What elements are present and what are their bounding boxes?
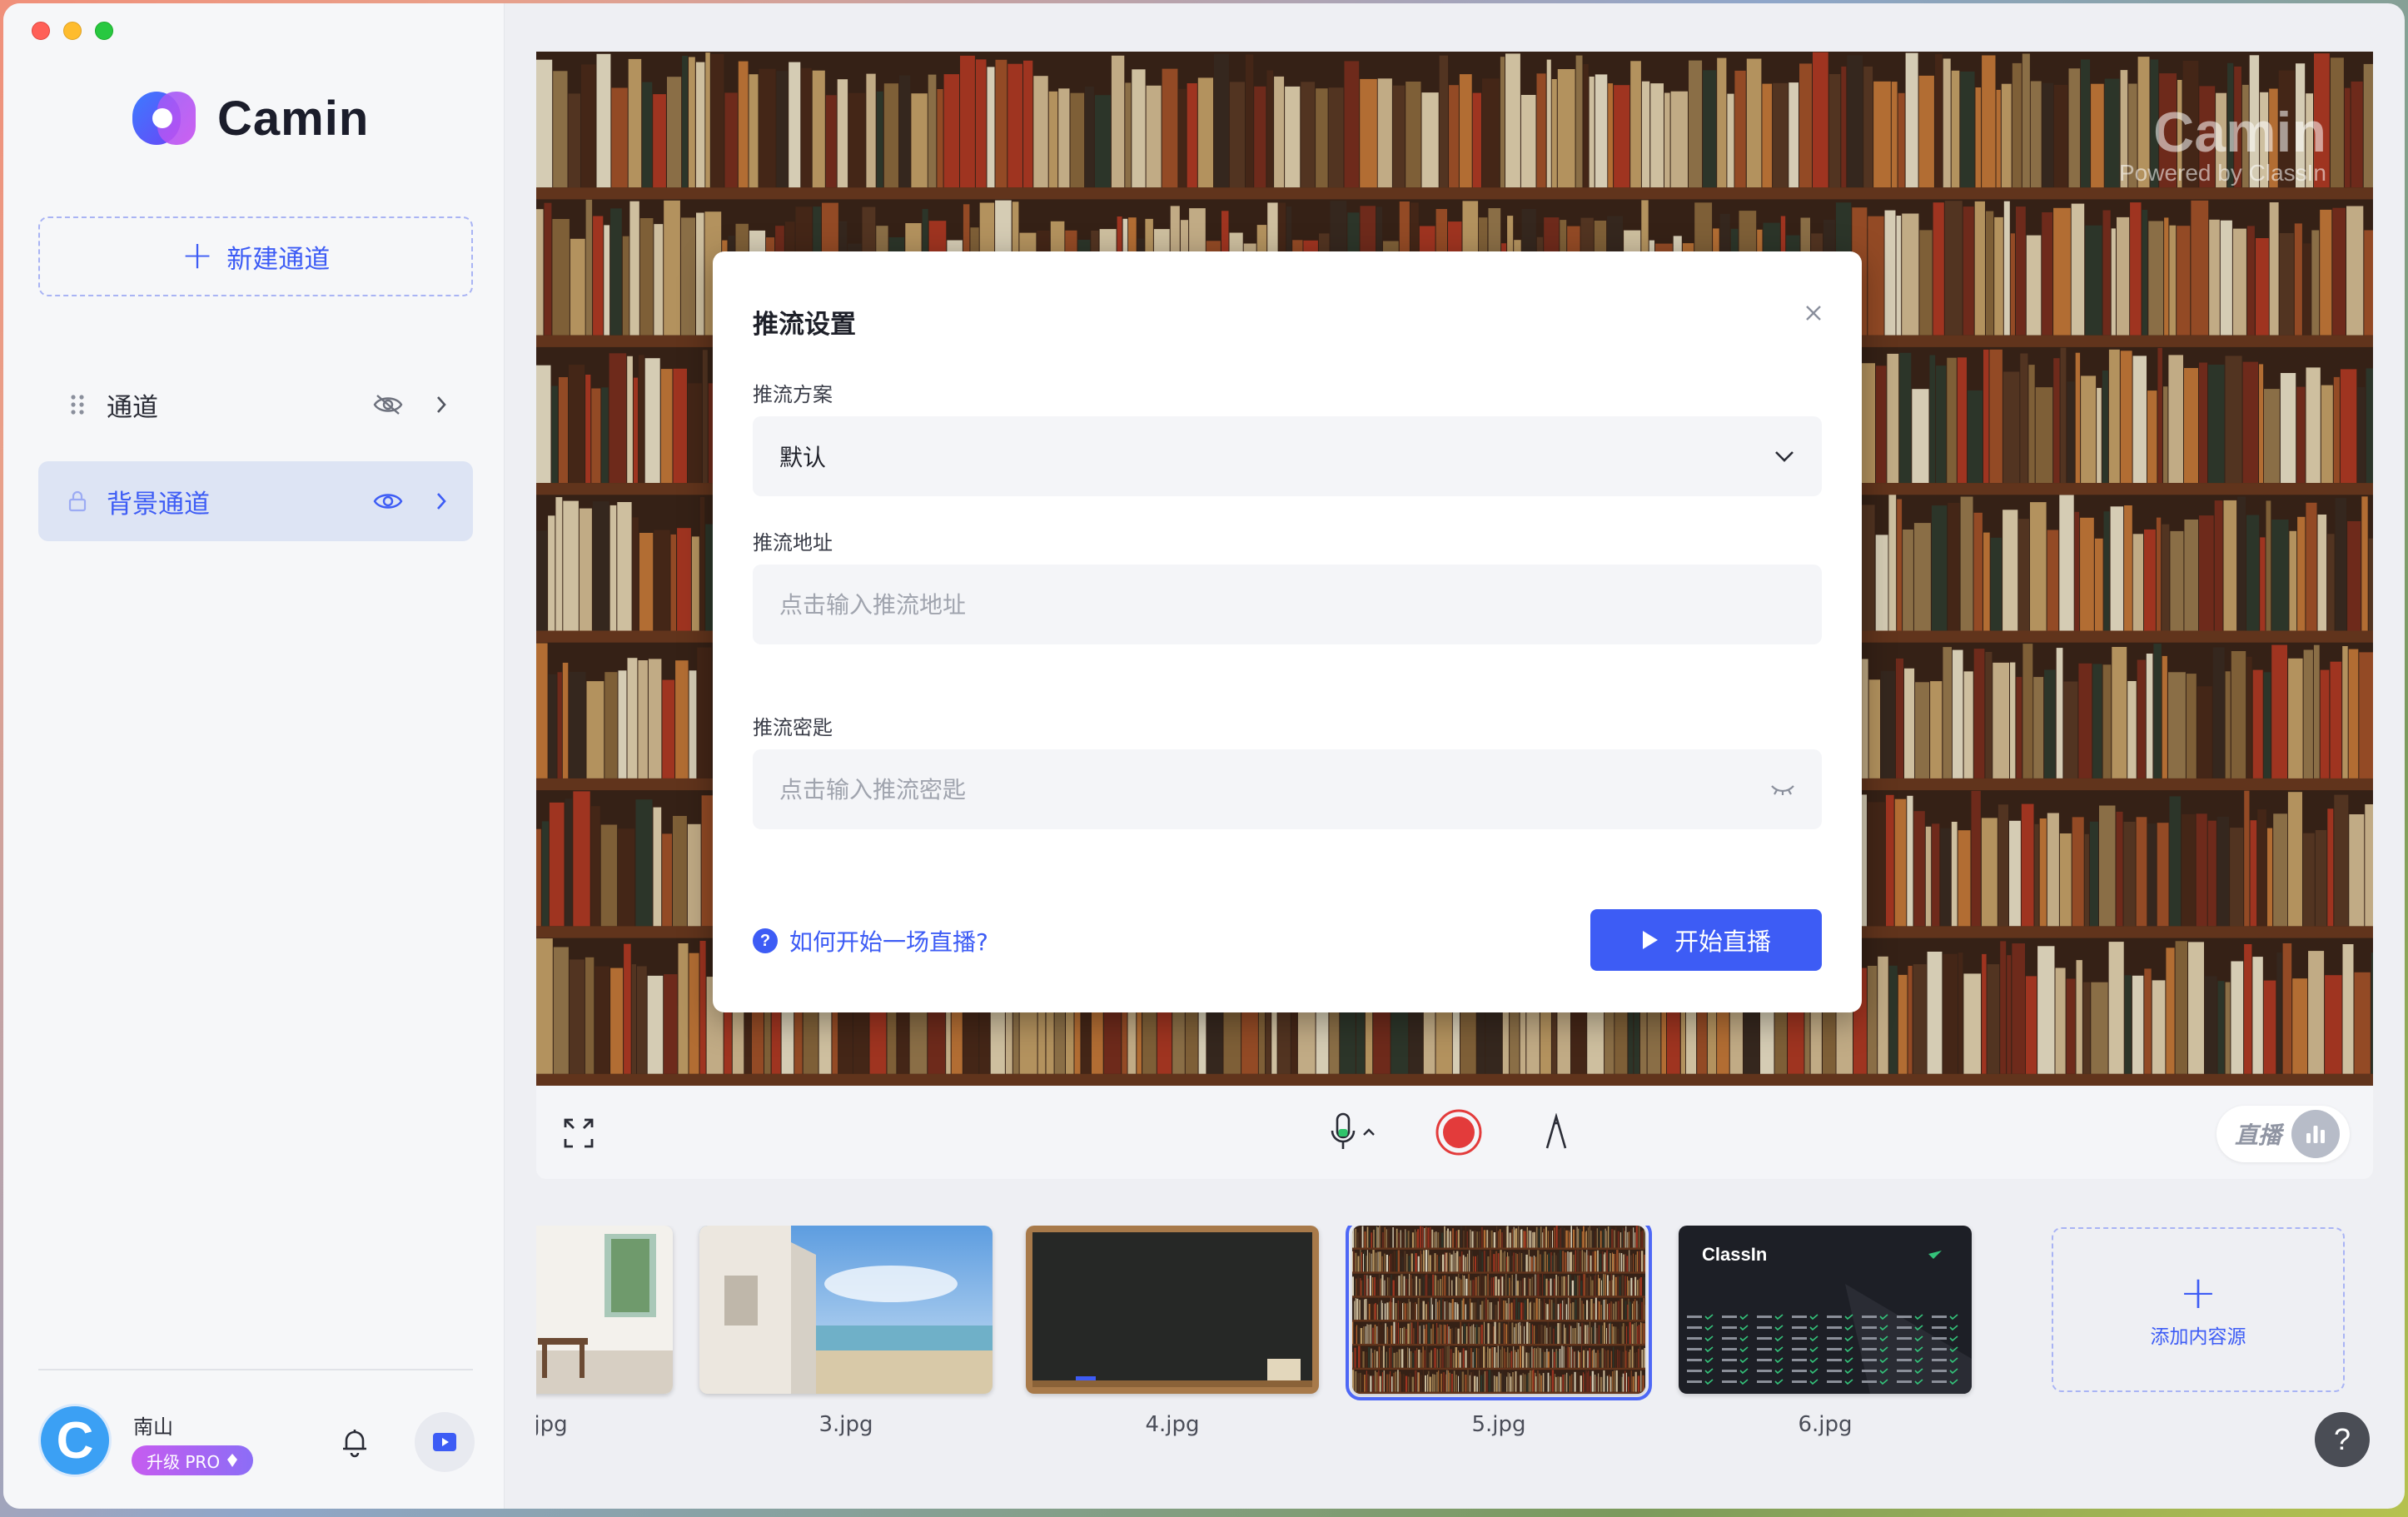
- sidebar-item-label: 背景通道: [107, 489, 210, 520]
- eye-off-icon[interactable]: [371, 393, 405, 416]
- chevron-down-icon: [1775, 451, 1794, 462]
- question-icon: ?: [753, 928, 778, 953]
- dialog-title: 推流设置: [753, 310, 856, 340]
- thumbnail-caption: '.jpg: [536, 1412, 568, 1437]
- how-to-start-link[interactable]: ? 如何开始一场直播?: [753, 924, 988, 957]
- stream-url-field[interactable]: [753, 565, 1822, 644]
- help-link-label: 如何开始一场直播?: [789, 928, 988, 956]
- classin-logo-text: ClassIn: [1702, 1244, 1767, 1265]
- key-label: 推流密匙: [753, 716, 833, 739]
- scheme-label: 推流方案: [753, 383, 833, 406]
- stream-url-input[interactable]: [779, 590, 1795, 619]
- thumbnail-item[interactable]: 4.jpg: [1026, 1226, 1319, 1437]
- thumbnail-image-classin[interactable]: ClassIn: [1679, 1226, 1972, 1394]
- thumbnail-caption: 5.jpg: [1471, 1412, 1526, 1437]
- lock-icon: [67, 490, 88, 512]
- stream-key-field[interactable]: [753, 749, 1822, 829]
- play-icon: [1642, 931, 1658, 949]
- add-source-label: 添加内容源: [2150, 1326, 2246, 1348]
- microphone-button[interactable]: [1319, 1109, 1386, 1156]
- add-content-source-button[interactable]: + 添加内容源: [2052, 1227, 2345, 1392]
- thumbnail-item[interactable]: 3.jpg: [699, 1226, 993, 1437]
- plus-icon: +: [181, 232, 214, 277]
- fullscreen-icon: [564, 1118, 594, 1148]
- thumbnail-item[interactable]: ClassIn 6.jpg: [1679, 1226, 1972, 1437]
- upgrade-pro-button[interactable]: 升级 PRO: [132, 1445, 254, 1475]
- close-window-button[interactable]: [32, 22, 50, 40]
- app-window: Camin + 新建通道 通道 背景通道 C 南山 升级 PRO Camin P…: [3, 3, 2405, 1509]
- stream-settings-dialog: 推流设置 推流方案 默认 推流地址 推流密匙 ? 如何开始一场直播? 开始直播: [713, 251, 1862, 1012]
- thumbnail-caption: 4.jpg: [1145, 1412, 1200, 1437]
- content-sources-strip: '.jpg 3.jpg: [536, 1226, 2373, 1442]
- new-channel-button[interactable]: + 新建通道: [38, 216, 473, 296]
- window-controls: [32, 22, 113, 40]
- camin-logo-icon: [132, 92, 196, 145]
- start-live-button[interactable]: 开始直播: [1590, 909, 1822, 971]
- preview-toolbar: 直播: [536, 1086, 2373, 1179]
- thumbnail-caption: 6.jpg: [1798, 1412, 1853, 1437]
- chevron-right-icon[interactable]: [433, 491, 450, 511]
- app-name: Camin: [217, 91, 370, 146]
- diamond-icon: [227, 1454, 238, 1467]
- thumbnail-item[interactable]: '.jpg: [536, 1226, 673, 1437]
- caret-up-icon[interactable]: [1362, 1127, 1376, 1137]
- avatar[interactable]: C: [38, 1404, 112, 1477]
- watermark-subtitle: Powered by ClassIn: [2118, 160, 2326, 186]
- fullscreen-button[interactable]: [561, 1116, 596, 1151]
- bar-chart-icon: [2291, 1110, 2341, 1158]
- watermark: Camin Powered by ClassIn: [2119, 100, 2326, 187]
- live-label: 直播: [2235, 1122, 2282, 1149]
- start-live-label: 开始直播: [1674, 928, 1771, 956]
- plus-icon: +: [2179, 1266, 2217, 1319]
- upgrade-pro-label: 升级 PRO: [147, 1451, 221, 1472]
- zoom-window-button[interactable]: [95, 22, 113, 40]
- new-channel-label: 新建通道: [226, 244, 331, 275]
- watermark-title: Camin: [2153, 101, 2326, 164]
- user-name: 南山: [133, 1415, 173, 1439]
- sidebar-divider: [38, 1369, 473, 1370]
- scheme-select[interactable]: 默认: [753, 416, 1822, 496]
- chevron-right-icon[interactable]: [433, 395, 450, 415]
- record-icon: [1435, 1109, 1482, 1156]
- sidebar-item-channel[interactable]: 通道: [38, 365, 473, 445]
- record-button[interactable]: [1434, 1107, 1484, 1157]
- thumbnail-image-room[interactable]: [536, 1226, 673, 1394]
- minimize-window-button[interactable]: [63, 22, 82, 40]
- scheme-value: 默认: [779, 444, 827, 471]
- app-logo: Camin: [132, 88, 369, 148]
- thumbnail-image-seaside[interactable]: [699, 1226, 993, 1394]
- play-screen-icon: [433, 1433, 456, 1451]
- url-label: 推流地址: [753, 531, 833, 555]
- pen-icon: [1545, 1113, 1567, 1149]
- close-icon[interactable]: [1802, 301, 1825, 325]
- sidebar-item-label: 通道: [107, 392, 158, 423]
- sidebar: Camin + 新建通道 通道 背景通道 C 南山 升级 PRO: [3, 3, 505, 1509]
- bell-icon[interactable]: [338, 1425, 371, 1459]
- live-status-button[interactable]: 直播: [2216, 1106, 2350, 1162]
- thumbnail-image-chalkboard[interactable]: [1026, 1226, 1319, 1394]
- help-button[interactable]: ?: [2315, 1412, 2370, 1467]
- eye-icon[interactable]: [371, 490, 405, 512]
- sidebar-item-background-channel[interactable]: 背景通道: [38, 461, 473, 541]
- microphone-icon: [1331, 1112, 1356, 1149]
- media-button[interactable]: [415, 1412, 475, 1472]
- annotation-button[interactable]: [1535, 1111, 1577, 1152]
- eye-closed-icon[interactable]: [1770, 783, 1795, 796]
- drag-handle-icon[interactable]: [67, 394, 88, 415]
- thumbnail-item[interactable]: 5.jpg: [1346, 1226, 1652, 1437]
- thumbnail-caption: 3.jpg: [818, 1412, 873, 1437]
- stream-key-input[interactable]: [779, 775, 1770, 803]
- thumbnail-image-bookshelf[interactable]: [1346, 1226, 1652, 1400]
